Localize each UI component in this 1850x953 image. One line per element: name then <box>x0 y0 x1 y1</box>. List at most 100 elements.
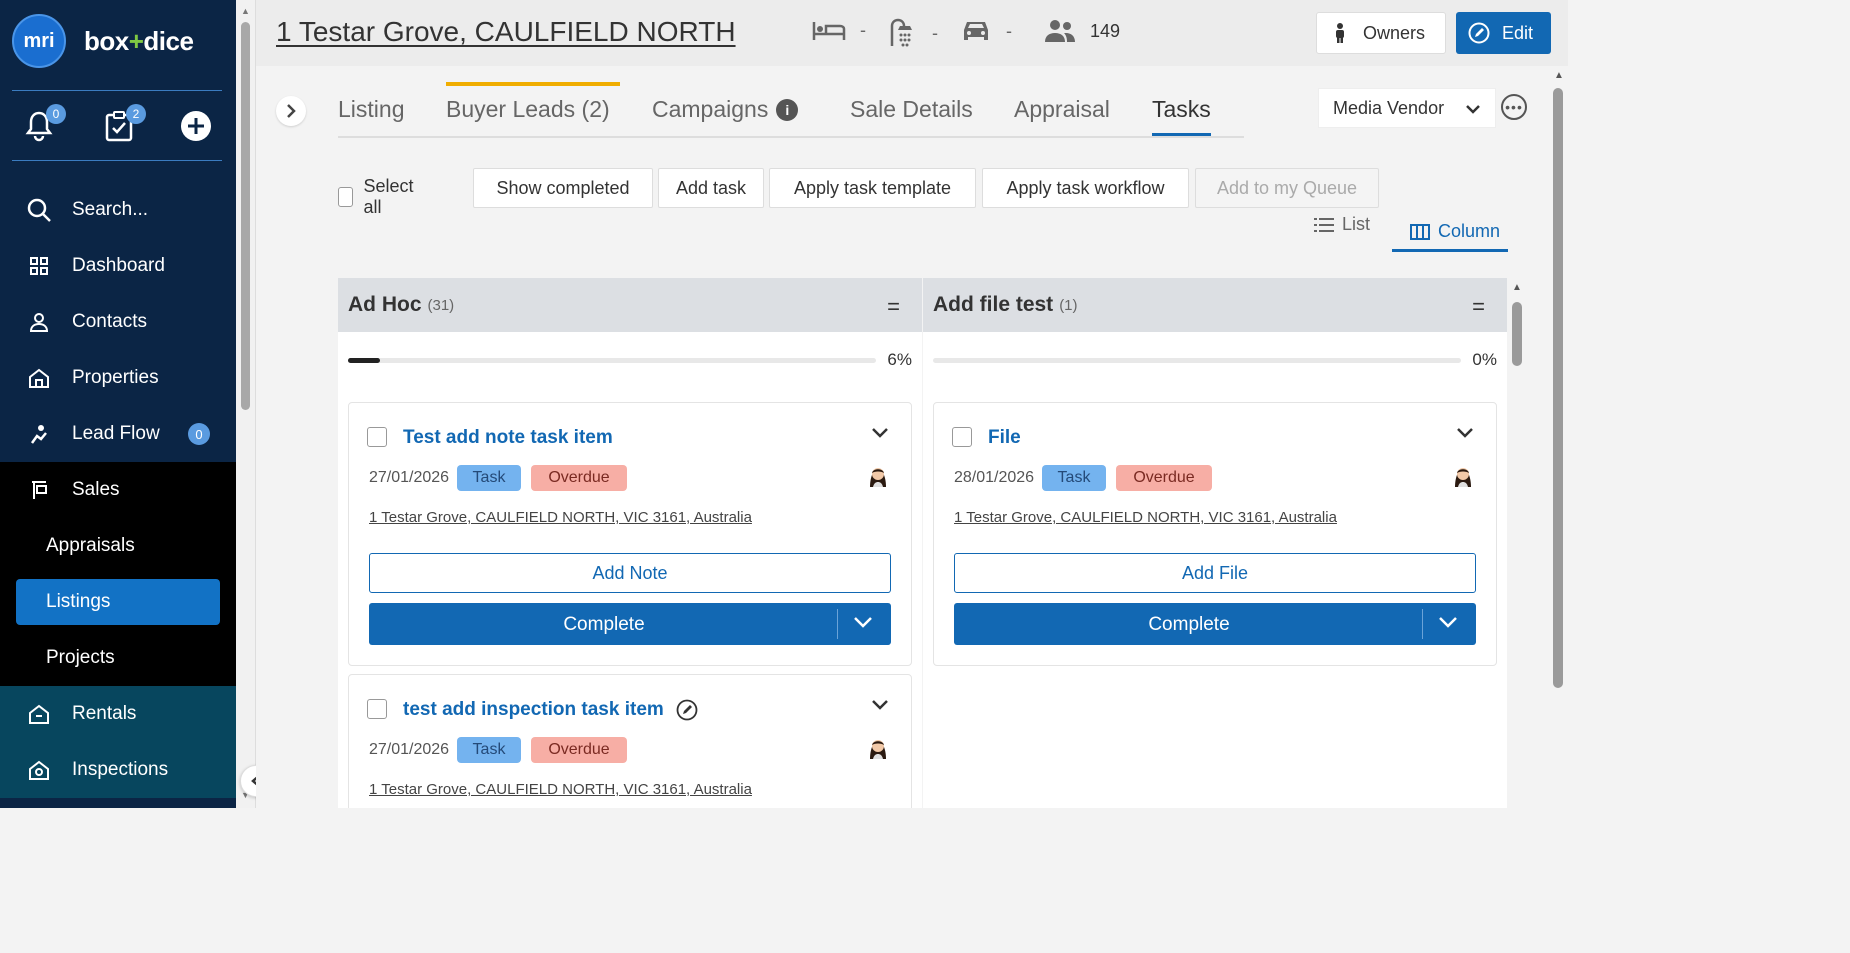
progress-track <box>933 358 1461 363</box>
show-completed-button[interactable]: Show completed <box>473 168 653 208</box>
sidebar-item-projects[interactable]: Projects <box>0 630 236 686</box>
sidebar-scrollbar[interactable]: ▲ ▼ <box>236 0 256 808</box>
status-badge: Overdue <box>531 737 627 763</box>
task-checkbox[interactable] <box>952 427 972 447</box>
expand-panel-button[interactable] <box>276 96 306 126</box>
sidebar-item-lead-flow[interactable]: Lead Flow 0 <box>0 406 236 462</box>
select-all-checkbox[interactable] <box>338 187 354 207</box>
select-all[interactable]: Select all <box>338 176 418 218</box>
mri-logo[interactable]: mri <box>12 14 66 68</box>
media-vendor-value: Media Vendor <box>1333 97 1445 118</box>
inspection-icon <box>26 757 52 783</box>
owners-button[interactable]: Owners <box>1316 12 1446 54</box>
column-count: (31) <box>427 296 455 314</box>
add-file-button[interactable]: Add File <box>954 553 1476 593</box>
chevron-down-icon[interactable] <box>1456 427 1474 439</box>
chevron-right-icon <box>287 104 296 118</box>
task-address-link[interactable]: 1 Testar Grove, CAULFIELD NORTH, VIC 316… <box>954 509 1337 526</box>
task-card[interactable]: test add inspection task item 27/01/2026… <box>348 674 912 808</box>
split-divider <box>837 609 838 639</box>
task-checkbox[interactable] <box>367 427 387 447</box>
tab-appraisal[interactable]: Appraisal <box>1014 96 1110 123</box>
chevron-down-icon[interactable] <box>853 615 873 629</box>
column-menu-icon[interactable]: = <box>1472 294 1485 320</box>
sidebar-item-inspections[interactable]: Inspections <box>0 742 236 798</box>
scroll-up-arrow-icon[interactable]: ▲ <box>241 6 250 16</box>
brand-name-left: box <box>84 26 129 56</box>
tasks-button[interactable]: 2 <box>104 104 146 142</box>
active-item-highlight: Listings <box>16 579 220 625</box>
task-title[interactable]: File <box>988 427 1021 449</box>
sidebar-item-label: Dashboard <box>72 255 165 276</box>
sidebar-item-label: Sales <box>72 479 120 500</box>
scroll-up-arrow-icon[interactable]: ▲ <box>1512 282 1522 293</box>
add-note-button[interactable]: Add Note <box>369 553 891 593</box>
task-card[interactable]: Test add note task item 27/01/2026 Task … <box>348 402 912 666</box>
complete-button[interactable]: Complete <box>369 603 891 645</box>
view-list-toggle[interactable]: List <box>1314 214 1370 235</box>
add-task-button[interactable]: Add task <box>658 168 764 208</box>
media-vendor-dropdown[interactable]: Media Vendor <box>1318 88 1496 128</box>
edit-label: Edit <box>1502 22 1534 43</box>
main-scrollbar[interactable]: ▲ <box>1550 66 1568 808</box>
more-options-button[interactable]: ••• <box>1501 94 1527 120</box>
sidebar-item-listings[interactable]: Listings <box>0 574 236 630</box>
sidebar-item-label: Search... <box>72 199 149 220</box>
sidebar-item-label: Projects <box>46 647 115 668</box>
chevron-down-icon[interactable] <box>871 699 889 711</box>
task-date: 28/01/2026 <box>954 469 1035 486</box>
people-icon <box>1045 20 1075 42</box>
sidebar-item-search[interactable]: Search... <box>0 182 236 238</box>
apply-task-workflow-button[interactable]: Apply task workflow <box>982 168 1189 208</box>
tab-listing[interactable]: Listing <box>338 96 404 123</box>
chevron-down-icon[interactable] <box>871 427 889 439</box>
main-scroll-thumb[interactable] <box>1553 88 1563 688</box>
tasks-badge: 2 <box>126 104 146 124</box>
sidebar-item-label: Lead Flow <box>72 423 160 444</box>
search-icon <box>26 197 52 223</box>
sidebar-item-contacts[interactable]: Contacts <box>0 294 236 350</box>
person-icon <box>26 309 52 335</box>
plus-circle-icon <box>181 111 211 141</box>
sidebar-item-sales[interactable]: Sales <box>0 462 236 518</box>
columns-scrollbar[interactable]: ▲ <box>1508 280 1526 808</box>
task-address-link[interactable]: 1 Testar Grove, CAULFIELD NORTH, VIC 316… <box>369 781 752 798</box>
add-new-button[interactable] <box>180 110 212 142</box>
people-count: 149 <box>1044 18 1120 44</box>
task-title[interactable]: test add inspection task item <box>403 699 698 721</box>
split-divider <box>1422 609 1423 639</box>
edit-button[interactable]: Edit <box>1456 12 1551 54</box>
column-progress: 6% <box>338 332 922 392</box>
sidebar-item-appraisals[interactable]: Appraisals <box>0 518 236 574</box>
tab-sale-details[interactable]: Sale Details <box>850 96 973 123</box>
tab-tasks[interactable]: Tasks <box>1152 96 1211 136</box>
sidebar-item-label: Contacts <box>72 311 147 332</box>
sidebar-item-dashboard[interactable]: Dashboard <box>0 238 236 294</box>
dashboard-icon <box>26 253 52 279</box>
info-icon[interactable]: i <box>776 99 799 121</box>
apply-task-template-button[interactable]: Apply task template <box>769 168 976 208</box>
tab-campaigns[interactable]: Campaigns i <box>652 96 799 123</box>
owners-label: Owners <box>1363 22 1426 43</box>
scroll-up-arrow-icon[interactable]: ▲ <box>1554 70 1564 81</box>
task-card[interactable]: File 28/01/2026 Task Overdue 1 Testar Gr… <box>933 402 1497 666</box>
chevron-down-icon[interactable] <box>1438 615 1458 629</box>
car-spaces-value: - <box>1006 20 1012 41</box>
complete-button[interactable]: Complete <box>954 603 1476 645</box>
edit-circle-icon[interactable] <box>676 699 698 721</box>
sidebar-scroll-thumb[interactable] <box>241 22 250 410</box>
columns-scroll-thumb[interactable] <box>1512 302 1522 366</box>
task-title[interactable]: Test add note task item <box>403 427 613 449</box>
property-header: 1 Testar Grove, CAULFIELD NORTH - - - 14… <box>256 0 1568 66</box>
view-column-toggle[interactable]: Column <box>1392 214 1508 252</box>
sidebar-item-rentals[interactable]: Rentals <box>0 686 236 742</box>
task-checkbox[interactable] <box>367 699 387 719</box>
tab-buyer-leads[interactable]: Buyer Leads (2) <box>446 82 620 123</box>
task-date: 27/01/2026 <box>369 469 450 486</box>
column-menu-icon[interactable]: = <box>887 294 900 320</box>
property-title[interactable]: 1 Testar Grove, CAULFIELD NORTH <box>276 16 736 48</box>
task-address-link[interactable]: 1 Testar Grove, CAULFIELD NORTH, VIC 316… <box>369 509 752 526</box>
notifications-button[interactable]: 0 <box>24 104 66 142</box>
sidebar-item-properties[interactable]: Properties <box>0 350 236 406</box>
people-count-value: 149 <box>1090 20 1121 41</box>
